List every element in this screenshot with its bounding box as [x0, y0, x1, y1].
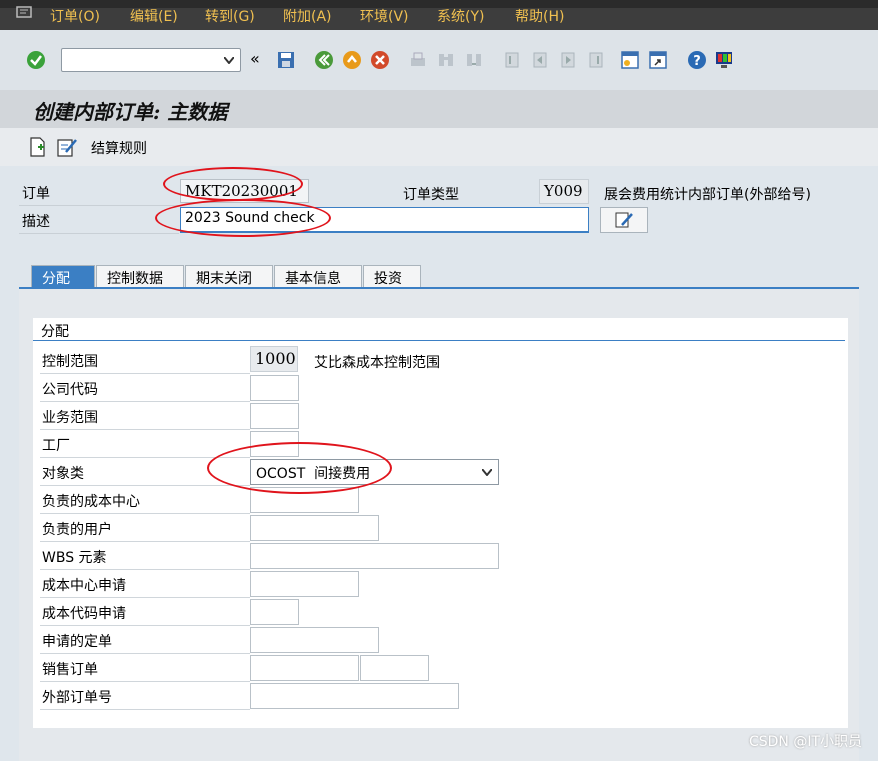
controlling-area-description: 艾比森成本控制范围	[314, 355, 440, 371]
wbs-element-label: WBS 元素	[42, 550, 107, 566]
requesting-order-field[interactable]	[250, 627, 379, 653]
long-text-button[interactable]	[600, 207, 648, 233]
requesting-order-label: 申请的定单	[42, 634, 112, 650]
command-field[interactable]	[61, 48, 241, 72]
row-business-area: 业务范围	[40, 402, 250, 430]
responsible-user-field[interactable]	[250, 515, 379, 541]
sales-order-label: 销售订单	[42, 662, 98, 678]
previous-page-icon[interactable]	[530, 50, 550, 70]
order-number-field[interactable]: MKT20230001	[180, 179, 309, 203]
help-icon[interactable]: ?	[687, 50, 707, 70]
back-icon[interactable]	[314, 50, 334, 70]
order-label: 订单	[22, 186, 50, 202]
responsible-user-label: 负责的用户	[42, 522, 112, 538]
group-divider	[33, 340, 845, 341]
description-label-row: 描述	[19, 207, 179, 234]
responsible-cost-center-field[interactable]	[250, 487, 359, 513]
object-class-select[interactable]: OCOST 间接费用	[250, 459, 499, 485]
row-responsible-cost-center: 负责的成本中心	[40, 486, 250, 514]
row-sales-order: 销售订单	[40, 654, 250, 682]
controlling-area-field[interactable]: 1000	[250, 346, 298, 372]
print-icon[interactable]	[408, 50, 428, 70]
command-collapse-icon[interactable]: «	[250, 49, 260, 68]
save-icon[interactable]	[276, 50, 296, 70]
row-plant: 工厂	[40, 430, 250, 458]
group-title: 分配	[41, 324, 69, 340]
tab-assignment[interactable]: 分配	[31, 265, 95, 287]
find-icon[interactable]	[436, 50, 456, 70]
sales-order-field[interactable]	[250, 655, 359, 681]
order-label-row: 订单	[19, 179, 179, 206]
row-responsible-user: 负责的用户	[40, 514, 250, 542]
sales-order-item-field[interactable]	[360, 655, 429, 681]
tab-general-data[interactable]: 基本信息	[274, 265, 362, 287]
requesting-cost-center-label: 成本中心申请	[42, 578, 126, 594]
edit-text-icon	[615, 212, 633, 228]
object-class-value: OCOST 间接费用	[256, 466, 371, 482]
plant-field[interactable]	[250, 431, 299, 457]
plant-label: 工厂	[42, 438, 70, 454]
requesting-company-code-field[interactable]	[250, 599, 299, 625]
tab-control-data[interactable]: 控制数据	[96, 265, 184, 287]
exit-icon[interactable]	[342, 50, 362, 70]
tab-period-end-closing[interactable]: 期末关闭	[185, 265, 273, 287]
description-input[interactable]: 2023 Sound check	[180, 207, 589, 233]
row-wbs-element: WBS 元素	[40, 542, 250, 570]
settlement-rule-button[interactable]: 结算规则	[91, 138, 147, 158]
order-type-field[interactable]: Y009	[539, 179, 589, 204]
menu-order[interactable]: 订单(O)	[50, 6, 100, 26]
row-requesting-company-code: 成本代码申请	[40, 598, 250, 626]
order-type-description: 展会费用统计内部订单(外部给号)	[604, 187, 811, 203]
enter-check-icon[interactable]	[26, 50, 46, 70]
menu-edit[interactable]: 编辑(E)	[130, 6, 178, 26]
company-code-field[interactable]	[250, 375, 299, 401]
menu-extras[interactable]: 附加(A)	[283, 6, 332, 26]
create-shortcut-icon[interactable]	[648, 50, 668, 70]
row-requesting-cost-center: 成本中心申请	[40, 570, 250, 598]
menu-bar: 订单(O) 编辑(E) 转到(G) 附加(A) 环境(V) 系统(Y) 帮助(H…	[0, 0, 878, 30]
external-order-number-label: 外部订单号	[42, 690, 112, 706]
menu-system[interactable]: 系统(Y)	[437, 6, 484, 26]
first-page-icon[interactable]	[502, 50, 522, 70]
row-company-code: 公司代码	[40, 374, 250, 402]
order-type-label: 订单类型	[403, 187, 459, 203]
wbs-element-field[interactable]	[250, 543, 499, 569]
row-object-class: 对象类	[40, 458, 250, 486]
chevron-down-icon[interactable]	[482, 469, 492, 476]
chevron-down-icon[interactable]	[224, 57, 234, 64]
cancel-icon[interactable]	[370, 50, 390, 70]
page-title: 创建内部订单: 主数据	[33, 100, 228, 124]
description-label: 描述	[22, 214, 50, 230]
watermark: CSDN @IT小职员	[748, 734, 862, 750]
requesting-cost-center-field[interactable]	[250, 571, 359, 597]
requesting-company-code-label: 成本代码申请	[42, 606, 126, 622]
menu-help[interactable]: 帮助(H)	[515, 6, 564, 26]
object-class-label: 对象类	[42, 466, 84, 482]
new-session-icon[interactable]	[620, 50, 640, 70]
responsible-cost-center-label: 负责的成本中心	[42, 494, 140, 510]
business-area-field[interactable]	[250, 403, 299, 429]
svg-text:?: ?	[693, 54, 701, 69]
find-next-icon[interactable]	[464, 50, 484, 70]
edit-document-icon[interactable]	[56, 136, 78, 158]
external-order-number-field[interactable]	[250, 683, 459, 709]
layout-menu-icon[interactable]	[714, 50, 734, 70]
controlling-area-label: 控制范围	[42, 354, 98, 370]
menu-goto[interactable]: 转到(G)	[205, 6, 255, 26]
row-requesting-order: 申请的定单	[40, 626, 250, 654]
new-document-icon[interactable]	[28, 136, 48, 158]
row-external-order-number: 外部订单号	[40, 682, 250, 710]
company-code-label: 公司代码	[42, 382, 98, 398]
row-controlling-area: 控制范围	[40, 346, 250, 374]
tab-investments[interactable]: 投资	[363, 265, 421, 287]
system-menu-icon[interactable]	[16, 6, 32, 18]
last-page-icon[interactable]	[586, 50, 606, 70]
business-area-label: 业务范围	[42, 410, 98, 426]
menu-environment[interactable]: 环境(V)	[360, 6, 409, 26]
next-page-icon[interactable]	[558, 50, 578, 70]
